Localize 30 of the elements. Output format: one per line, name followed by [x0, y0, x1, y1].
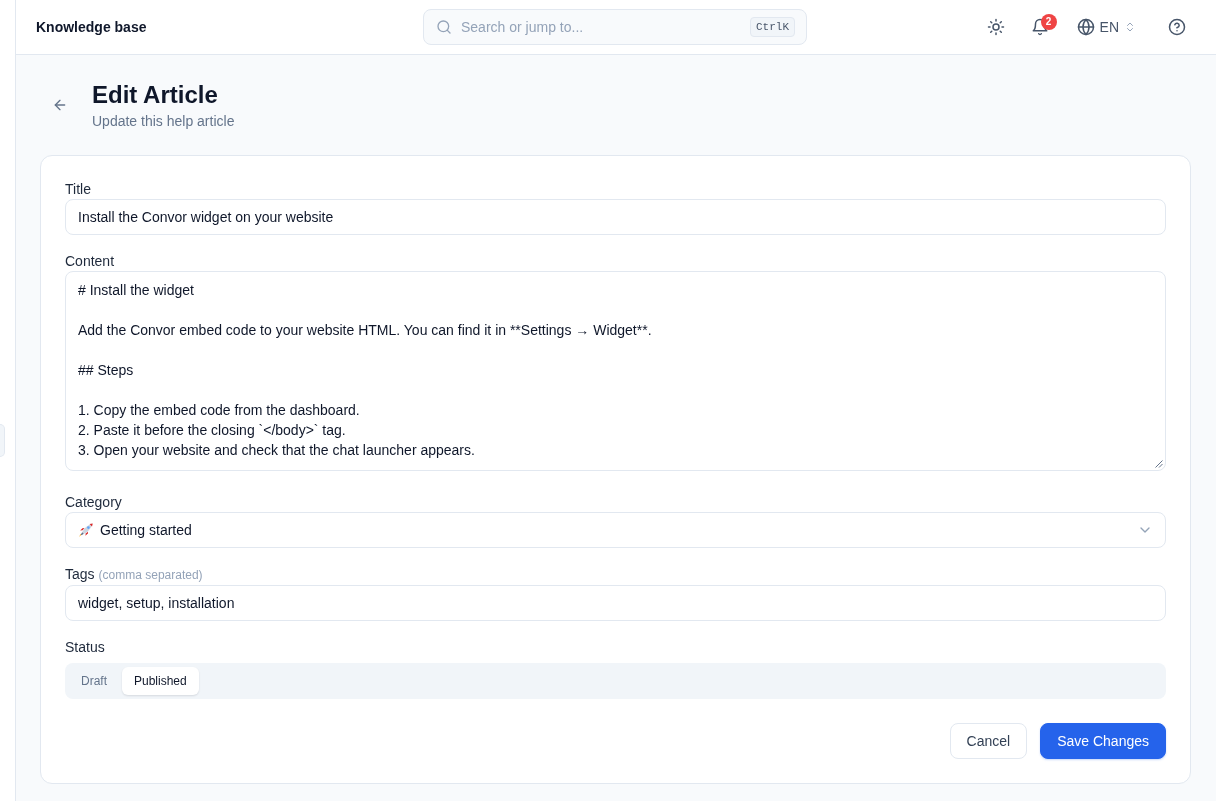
field-label: Category — [65, 493, 122, 512]
app-title: Knowledge base — [36, 19, 147, 35]
rocket-icon — [78, 522, 94, 538]
category-select[interactable]: Getting started — [65, 512, 1166, 548]
field-hint: (comma separated) — [98, 567, 203, 584]
field-label: Title — [65, 180, 91, 199]
resize-handle-icon[interactable] — [1155, 460, 1163, 468]
bell-icon[interactable] — [1030, 18, 1049, 36]
status-option[interactable]: Published — [122, 667, 199, 695]
field-label: Status — [65, 638, 105, 657]
text-input[interactable]: Install the Convor widget on your website — [65, 199, 1166, 235]
field-label: Tags — [65, 565, 95, 584]
sidebar-handle[interactable] — [0, 424, 5, 457]
chevron-up-down-icon — [1124, 21, 1136, 33]
language-select[interactable]: EN — [1068, 10, 1144, 44]
search-field[interactable]: Search or jump to... CtrlK — [423, 9, 807, 45]
shortcut-key: CtrlK — [750, 17, 795, 37]
page-title: Edit Article — [92, 80, 219, 110]
globe-icon — [1076, 18, 1095, 36]
page-subtitle: Update this help article — [92, 112, 235, 131]
notification-badge: 2 — [1040, 14, 1057, 30]
cancel-button[interactable]: Cancel — [949, 723, 1028, 759]
text-input[interactable]: widget, setup, installation — [65, 585, 1166, 621]
field-label: Content — [65, 252, 115, 271]
status-option[interactable]: Draft — [69, 667, 119, 695]
sun-icon[interactable] — [986, 18, 1005, 36]
content-textarea[interactable]: # Install the widget Add the Convor embed code to your website HTML. You can find it in **Settings → Widget**. ## Steps 1. Copy the embed code from the dashboard. 2. Paste it before the closing `</body>` tag. 3. Open your website and check that the chat launcher appears. — [65, 271, 1166, 471]
save-button[interactable]: Save Changes — [1040, 723, 1166, 759]
help-icon[interactable] — [1168, 18, 1186, 36]
search-icon — [436, 19, 452, 35]
